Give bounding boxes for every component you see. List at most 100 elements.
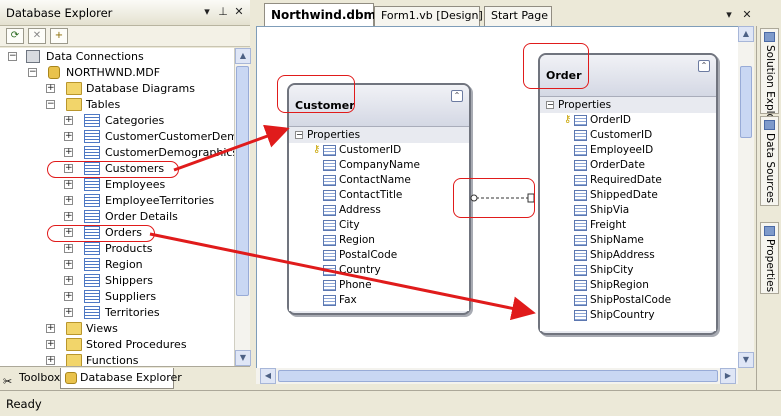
tab-form1-design[interactable]: Form1.vb [Design]	[374, 6, 483, 26]
expand-icon[interactable]: +	[64, 260, 73, 269]
tab-label: Toolbox	[19, 371, 61, 384]
folder-icon	[66, 354, 82, 366]
tab-start-page[interactable]: Start Page	[484, 6, 552, 26]
tree-label: Territories	[105, 306, 160, 319]
scroll-thumb[interactable]	[740, 66, 752, 138]
tree-label: Stored Procedures	[86, 338, 187, 351]
database-explorer-icon	[65, 372, 77, 384]
expand-icon[interactable]: +	[46, 84, 55, 93]
tree-label: Categories	[105, 114, 165, 127]
collapse-icon[interactable]: −	[46, 100, 55, 109]
tab-database-explorer[interactable]: Database Explorer	[60, 368, 182, 389]
canvas-horizontal-scrollbar[interactable]: ◀ ▶	[256, 368, 738, 384]
status-bar: Ready	[0, 390, 781, 416]
expand-icon[interactable]: +	[64, 148, 73, 157]
scroll-down-icon[interactable]: ▼	[738, 352, 754, 368]
expand-icon[interactable]: +	[64, 116, 73, 125]
tab-data-sources[interactable]: Data Sources	[760, 116, 779, 206]
close-document-icon[interactable]: ✕	[740, 8, 754, 22]
tab-label: Form1.vb [Design]	[381, 9, 483, 22]
tree-scrollbar[interactable]: ▲ ▼	[234, 48, 251, 366]
folder-icon	[66, 322, 82, 335]
tree-label: Region	[105, 258, 143, 271]
stop-icon[interactable]: ✕	[28, 28, 46, 44]
expand-icon[interactable]: +	[64, 212, 73, 221]
folder-icon	[66, 338, 82, 351]
explorer-bottom-tabs: ✂ Toolbox Database Explorer	[0, 366, 250, 390]
folder-icon	[66, 98, 82, 111]
scroll-down-icon[interactable]: ▼	[235, 350, 251, 366]
collapse-icon[interactable]: −	[28, 68, 37, 77]
tab-label: Start Page	[491, 9, 548, 22]
expand-icon[interactable]: +	[64, 244, 73, 253]
tab-label: Database Explorer	[80, 371, 182, 384]
dropdown-icon[interactable]: ▾	[200, 5, 214, 19]
customers-highlight-oval	[47, 161, 179, 178]
canvas-vertical-scrollbar[interactable]: ▲ ▼	[738, 26, 754, 368]
expand-icon[interactable]: +	[64, 196, 73, 205]
table-icon	[84, 290, 100, 303]
pin-icon[interactable]: ⊥	[216, 5, 230, 19]
expand-icon[interactable]: +	[64, 276, 73, 285]
document-tabs: Northwind.dbml* Form1.vb [Design] Start …	[256, 0, 758, 27]
scroll-up-icon[interactable]: ▲	[235, 48, 251, 64]
table-icon	[84, 194, 100, 207]
refresh-icon[interactable]: ⟳	[6, 28, 24, 44]
toolbox-icon: ✂	[3, 375, 13, 388]
scroll-up-icon[interactable]: ▲	[738, 26, 754, 42]
tree-label: NORTHWND.MDF	[66, 66, 161, 79]
tree-label: Functions	[86, 354, 139, 366]
association-highlight	[453, 178, 535, 218]
tree-label: EmployeeTerritories	[105, 194, 215, 207]
tree-label: Shippers	[105, 274, 153, 287]
tree-label: Database Diagrams	[86, 82, 195, 95]
scroll-left-icon[interactable]: ◀	[260, 368, 276, 384]
expand-icon[interactable]: +	[64, 132, 73, 141]
tab-label: Data Sources	[764, 133, 776, 203]
folder-icon	[66, 82, 82, 95]
database-icon	[48, 66, 60, 79]
customer-name-highlight	[277, 75, 355, 113]
tree-label: Data Connections	[46, 50, 144, 63]
scroll-right-icon[interactable]: ▶	[720, 368, 736, 384]
tab-label: Northwind.dbml*	[271, 8, 387, 22]
close-icon[interactable]: ✕	[232, 5, 246, 19]
tree-label: Tables	[86, 98, 121, 111]
tree-label: Order Details	[105, 210, 178, 223]
status-text: Ready	[6, 397, 42, 411]
explorer-tree: − Data Connections − NORTHWND.MDF + Data…	[0, 48, 234, 366]
tab-list-icon[interactable]: ▾	[722, 8, 736, 22]
orders-highlight-oval	[47, 225, 155, 242]
collapse-icon[interactable]: −	[8, 52, 17, 61]
expand-icon[interactable]: +	[46, 324, 55, 333]
tab-solution-explorer[interactable]: Solution Explorer	[760, 28, 779, 135]
expand-icon[interactable]: +	[64, 180, 73, 189]
scroll-thumb[interactable]	[278, 370, 718, 382]
tree-label: Employees	[105, 178, 166, 191]
pane-title: Database Explorer	[6, 6, 113, 20]
add-connection-icon[interactable]: +	[50, 28, 68, 44]
tab-toolbox[interactable]: ✂ Toolbox	[0, 368, 61, 389]
scroll-thumb[interactable]	[236, 66, 249, 296]
database-explorer-header: Database Explorer ▾ ⊥ ✕	[0, 0, 250, 26]
tab-properties[interactable]: Properties	[760, 222, 779, 294]
table-icon	[84, 258, 100, 271]
expand-icon[interactable]: +	[64, 292, 73, 301]
table-icon	[84, 274, 100, 287]
designer-canvas[interactable]: Customer ⌃ − Properties ⚷ CustomerID Compa…	[256, 26, 738, 368]
order-name-highlight	[523, 43, 589, 89]
data-connections-icon	[26, 50, 40, 63]
tree-label: CustomerCustomerDemo	[105, 130, 234, 143]
tab-northwind-dbml[interactable]: Northwind.dbml*	[264, 3, 386, 27]
table-icon	[84, 114, 100, 127]
tree-label: Products	[105, 242, 153, 255]
tree-label: Suppliers	[105, 290, 157, 303]
expand-icon[interactable]: +	[46, 356, 55, 365]
table-icon	[84, 178, 100, 191]
expand-icon[interactable]: +	[46, 340, 55, 349]
expand-icon[interactable]: +	[64, 308, 73, 317]
tree-label: Views	[86, 322, 118, 335]
table-icon	[84, 146, 100, 159]
table-icon	[84, 130, 100, 143]
right-tool-strip: Solution Explorer Data Sources Propertie…	[756, 26, 781, 390]
